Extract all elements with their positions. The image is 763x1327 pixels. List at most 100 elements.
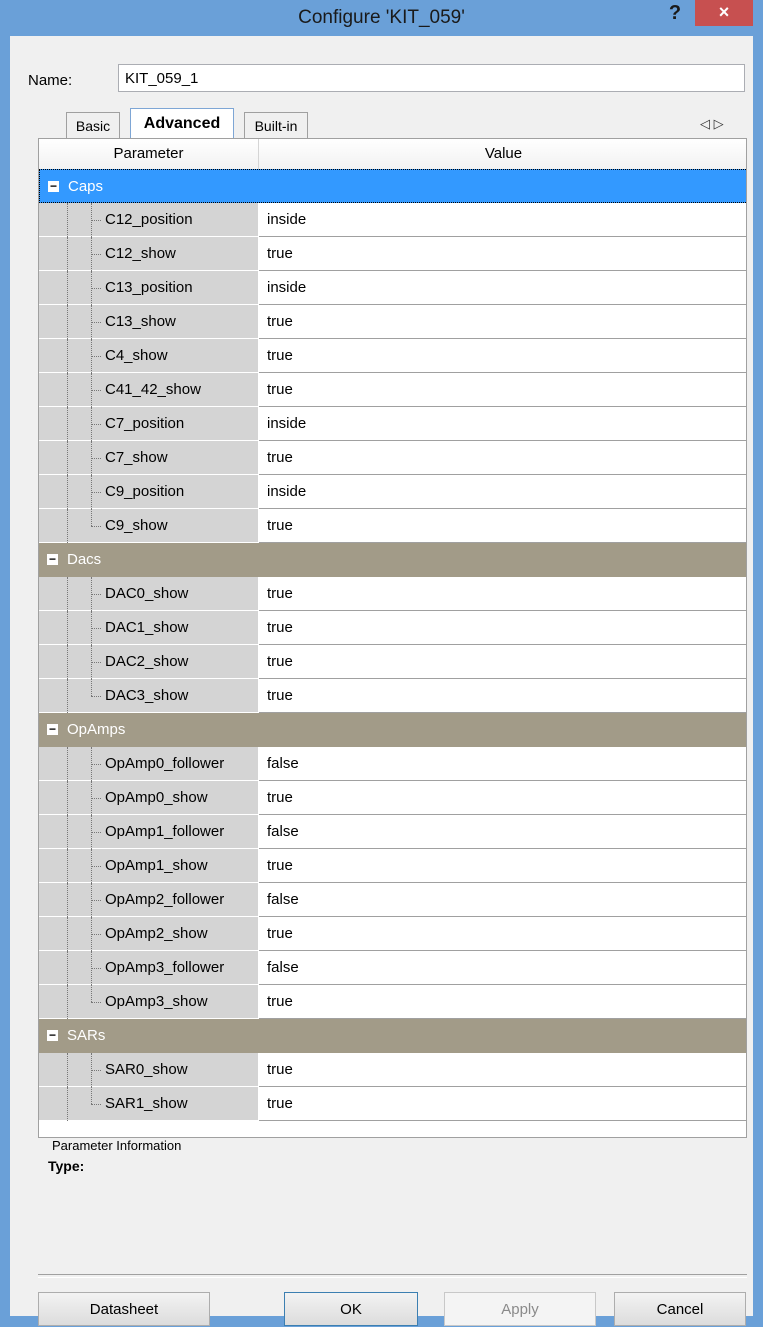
parameter-value[interactable]: false [259,951,746,985]
parameter-name: C7_position [105,415,185,432]
parameter-row[interactable]: C7_show true [39,441,746,475]
parameter-cell: SAR0_show [39,1053,258,1087]
collapse-icon[interactable]: − [48,180,59,192]
datasheet-button[interactable]: Datasheet [38,1292,210,1326]
parameter-row[interactable]: C13_position inside [39,271,746,305]
tree-guide [91,628,101,630]
close-button[interactable]: × [695,0,753,26]
cancel-button[interactable]: Cancel [614,1292,746,1326]
parameter-value[interactable]: true [259,849,746,883]
parameter-row[interactable]: SAR1_show true [39,1087,746,1121]
parameter-cell: OpAmp1_follower [39,815,258,849]
parameter-type-label: Type: [48,1158,85,1174]
category-sars[interactable]: − SARs [39,1019,746,1053]
parameter-value[interactable]: true [259,509,746,543]
collapse-icon[interactable]: − [47,1029,58,1041]
parameter-row[interactable]: C9_position inside [39,475,746,509]
tree-guide [67,849,69,883]
parameter-cell: C7_show [39,441,258,475]
category-label: SARs [67,1027,106,1044]
help-button[interactable]: ? [660,0,690,28]
tree-guide [91,1087,93,1104]
parameter-value[interactable]: true [259,985,746,1019]
apply-button[interactable]: Apply [444,1292,596,1326]
tab-scroll-arrows[interactable]: ◁ ▷ [700,116,724,132]
parameter-row[interactable]: OpAmp1_show true [39,849,746,883]
parameter-name: C13_show [105,313,176,330]
parameter-row[interactable]: DAC3_show true [39,679,746,713]
parameter-row[interactable]: DAC2_show true [39,645,746,679]
parameter-value[interactable]: true [259,237,746,271]
parameter-value[interactable]: true [259,781,746,815]
parameter-row[interactable]: OpAmp3_follower false [39,951,746,985]
parameter-row[interactable]: C9_show true [39,509,746,543]
parameter-row[interactable]: C13_show true [39,305,746,339]
parameter-name: DAC0_show [105,585,189,602]
category-caps[interactable]: − Caps [39,169,746,203]
parameter-cell: OpAmp0_show [39,781,258,815]
parameter-cell: DAC1_show [39,611,258,645]
tree-guide [91,985,93,1002]
parameter-row[interactable]: OpAmp0_show true [39,781,746,815]
parameter-value[interactable]: true [259,1053,746,1087]
parameter-information-title: Parameter Information [52,1138,182,1153]
parameter-value[interactable]: false [259,883,746,917]
parameter-value[interactable]: true [259,1087,746,1121]
parameter-row[interactable]: DAC1_show true [39,611,746,645]
parameter-value[interactable]: false [259,747,746,781]
tree-guide [91,968,101,970]
parameter-row[interactable]: C12_position inside [39,203,746,237]
parameter-row[interactable]: C7_position inside [39,407,746,441]
parameter-name: C41_42_show [105,381,201,398]
parameter-row[interactable]: DAC0_show true [39,577,746,611]
parameter-value[interactable]: true [259,611,746,645]
parameter-row[interactable]: OpAmp2_follower false [39,883,746,917]
parameter-value[interactable]: true [259,305,746,339]
parameter-cell: OpAmp3_follower [39,951,258,985]
ok-button[interactable]: OK [284,1292,418,1326]
tab-basic[interactable]: Basic [66,112,120,138]
tree-guide [91,458,101,460]
parameter-value[interactable]: inside [259,475,746,509]
parameter-name: OpAmp2_follower [105,891,225,908]
parameter-value[interactable]: inside [259,407,746,441]
parameter-value[interactable]: true [259,679,746,713]
tree-guide [91,1104,101,1106]
parameter-value[interactable]: true [259,441,746,475]
category-dacs[interactable]: − Dacs [39,543,746,577]
parameter-value[interactable]: true [259,917,746,951]
parameter-row[interactable]: OpAmp0_follower false [39,747,746,781]
tab-advanced[interactable]: Advanced [130,108,234,139]
parameter-row[interactable]: C41_42_show true [39,373,746,407]
tree-guide [91,1002,101,1004]
parameter-name: C9_position [105,483,185,500]
parameter-value[interactable]: true [259,373,746,407]
parameter-row[interactable]: SAR0_show true [39,1053,746,1087]
tree-guide [67,475,69,509]
column-header-parameter[interactable]: Parameter [39,139,259,170]
parameter-row[interactable]: C12_show true [39,237,746,271]
tab-built-in[interactable]: Built-in [244,112,308,138]
parameter-value[interactable]: true [259,339,746,373]
parameter-value[interactable]: inside [259,203,746,237]
collapse-icon[interactable]: − [47,723,58,735]
column-header-value[interactable]: Value [259,139,746,170]
parameter-value[interactable]: false [259,815,746,849]
parameter-row[interactable]: C4_show true [39,339,746,373]
parameter-value[interactable]: inside [259,271,746,305]
parameter-cell: OpAmp2_show [39,917,258,951]
tree-guide [67,1053,69,1087]
parameter-row[interactable]: OpAmp3_show true [39,985,746,1019]
category-opamps[interactable]: − OpAmps [39,713,746,747]
parameter-value[interactable]: true [259,577,746,611]
parameter-row[interactable]: OpAmp2_show true [39,917,746,951]
name-input[interactable]: KIT_059_1 [118,64,745,92]
parameter-name: C4_show [105,347,168,364]
tree-guide [67,203,69,237]
collapse-icon[interactable]: − [47,553,58,565]
parameter-value[interactable]: true [259,645,746,679]
parameter-name: OpAmp3_follower [105,959,225,976]
parameter-row[interactable]: OpAmp1_follower false [39,815,746,849]
parameter-cell: DAC3_show [39,679,258,713]
parameter-name: SAR1_show [105,1095,188,1112]
